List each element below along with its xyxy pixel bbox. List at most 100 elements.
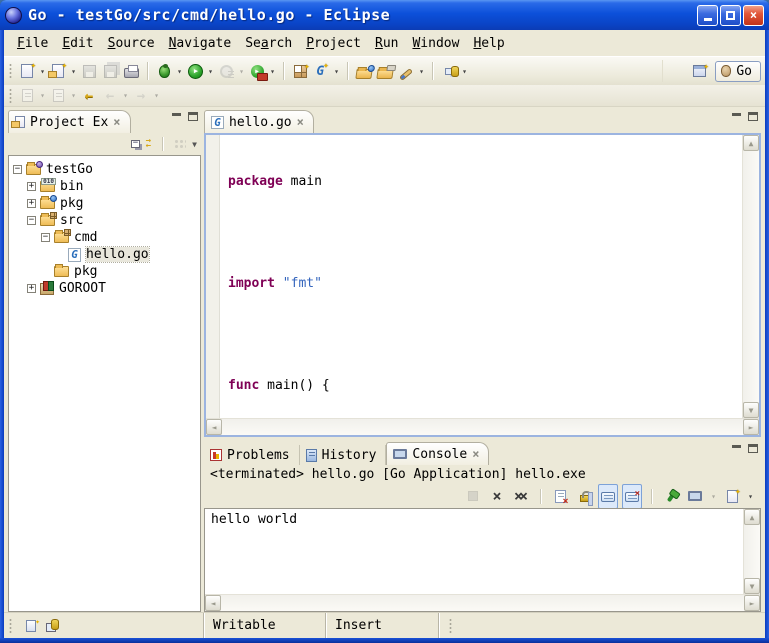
display-console-button[interactable] [685,485,705,507]
external-tools-dropdown[interactable]: ▾ [268,67,277,76]
export-button[interactable] [375,60,395,82]
pin-console-button[interactable] [661,485,681,507]
menu-project[interactable]: Project [299,33,368,54]
new-wizard-button[interactable]: ✦ [17,60,37,82]
project-explorer-tab[interactable]: Project Ex × [8,110,131,133]
minimize-view-icon[interactable] [732,112,741,121]
profile-button[interactable] [216,60,236,82]
forward-dropdown[interactable]: ▾ [152,91,161,100]
synchronize-dropdown[interactable]: ▾ [460,67,469,76]
new-file-wizard-button[interactable]: ✦ [48,60,68,82]
link-with-editor-icon[interactable]: →← [146,139,151,149]
new-file-wizard-dropdown[interactable]: ▾ [69,67,78,76]
menu-edit[interactable]: Edit [55,33,100,54]
view-menu-icon[interactable]: ▼ [192,140,197,149]
minimize-view-icon[interactable] [732,444,741,453]
scroll-right-icon[interactable]: ► [744,595,760,611]
open-console-button[interactable]: ✦ [722,485,742,507]
code-editor[interactable]: package main import "fmt" func main() { … [220,135,742,418]
menu-source[interactable]: Source [101,33,162,54]
expand-expander-icon[interactable]: + [27,199,36,208]
show-stdout-toggle[interactable] [598,484,618,509]
editor-vertical-scrollbar[interactable]: ▲ ▼ [742,135,759,418]
scroll-up-icon[interactable]: ▲ [744,509,760,525]
go-perspective-button[interactable]: Go [715,61,761,82]
save-button[interactable] [79,60,99,82]
scroll-track[interactable] [221,595,744,611]
new-wizard-dropdown[interactable]: ▾ [38,67,47,76]
remove-all-terminated-button[interactable]: ×× [511,485,531,507]
menu-run[interactable]: Run [368,33,405,54]
fast-view-icon[interactable] [26,620,36,632]
menu-navigate[interactable]: Navigate [162,33,239,54]
tree-item-hello-go[interactable]: G hello.go [11,246,200,263]
close-button[interactable]: × [743,5,764,26]
last-edit-location-button[interactable]: ← [79,85,99,107]
debug-button[interactable] [154,60,174,82]
console-horizontal-scrollbar[interactable]: ◄ ► [205,594,760,611]
display-console-dropdown[interactable]: ▾ [709,492,718,501]
debug-dropdown[interactable]: ▾ [175,67,184,76]
terminate-button[interactable] [463,485,483,507]
minimize-button[interactable] [697,5,718,26]
import-button[interactable] [354,60,374,82]
show-stderr-toggle[interactable] [622,484,642,509]
external-tools-button[interactable]: ▶ [247,60,267,82]
collapse-all-icon[interactable] [131,140,140,148]
tree-item-testgo[interactable]: − testGo [11,161,200,178]
forward-button[interactable]: → [131,85,151,107]
next-annotation-button[interactable] [17,85,37,107]
expand-expander-icon[interactable]: + [27,284,36,293]
clear-console-button[interactable] [550,485,570,507]
tree-item-goroot[interactable]: + GOROOT [11,280,200,297]
console-output[interactable]: hello world [205,509,743,594]
back-dropdown[interactable]: ▾ [121,91,130,100]
history-tab[interactable]: History [300,445,387,465]
print-button[interactable] [121,60,141,82]
collapse-expander-icon[interactable]: − [13,165,22,174]
expand-expander-icon[interactable]: + [27,182,36,191]
collapse-expander-icon[interactable]: − [41,233,50,242]
menu-help[interactable]: Help [466,33,511,54]
toolbar-grip[interactable] [9,63,12,79]
scroll-track[interactable] [222,419,743,435]
scroll-track[interactable] [744,525,760,578]
tree-item-pkg2[interactable]: pkg [11,263,200,280]
scroll-left-icon[interactable]: ◄ [205,595,221,611]
annotation-ruler[interactable] [206,135,220,418]
maximize-button[interactable] [720,5,741,26]
minimize-view-icon[interactable] [172,112,181,121]
run-button[interactable]: ▶ [185,60,205,82]
title-bar[interactable]: Go - testGo/src/cmd/hello.go - Eclipse × [0,0,769,30]
save-all-button[interactable] [100,60,120,82]
scroll-down-icon[interactable]: ▼ [743,402,759,418]
maximize-view-icon[interactable] [748,444,758,453]
filters-icon[interactable] [174,139,186,149]
maximize-view-icon[interactable] [188,112,198,121]
scroll-track[interactable] [743,151,759,402]
close-tab-icon[interactable]: × [472,449,479,459]
tree-item-bin[interactable]: + 010 bin [11,178,200,195]
menu-search[interactable]: Search [238,33,299,54]
problems-tab[interactable]: Problems [204,445,300,465]
toolbar-grip[interactable] [9,88,12,104]
scroll-lock-button[interactable] [574,485,594,507]
editor-tab-hello-go[interactable]: G hello.go × [204,110,314,133]
maximize-view-icon[interactable] [748,112,758,121]
search-button[interactable] [396,60,416,82]
next-annotation-dropdown[interactable]: ▾ [38,91,47,100]
run-dropdown[interactable]: ▾ [206,67,215,76]
collapse-expander-icon[interactable]: − [27,216,36,225]
menu-window[interactable]: Window [405,33,466,54]
close-view-icon[interactable]: × [113,117,120,127]
scroll-down-icon[interactable]: ▼ [744,578,760,594]
close-tab-icon[interactable]: × [297,117,304,127]
statusbar-grip[interactable] [449,618,452,634]
console-tab[interactable]: Console × [386,442,489,465]
open-perspective-button[interactable]: ✦ [689,60,709,82]
previous-annotation-button[interactable] [48,85,68,107]
search-dropdown[interactable]: ▾ [417,67,426,76]
editor-horizontal-scrollbar[interactable]: ◄ ► [206,418,759,435]
new-go-package-button[interactable]: ✦ [290,60,310,82]
scroll-left-icon[interactable]: ◄ [206,419,222,435]
